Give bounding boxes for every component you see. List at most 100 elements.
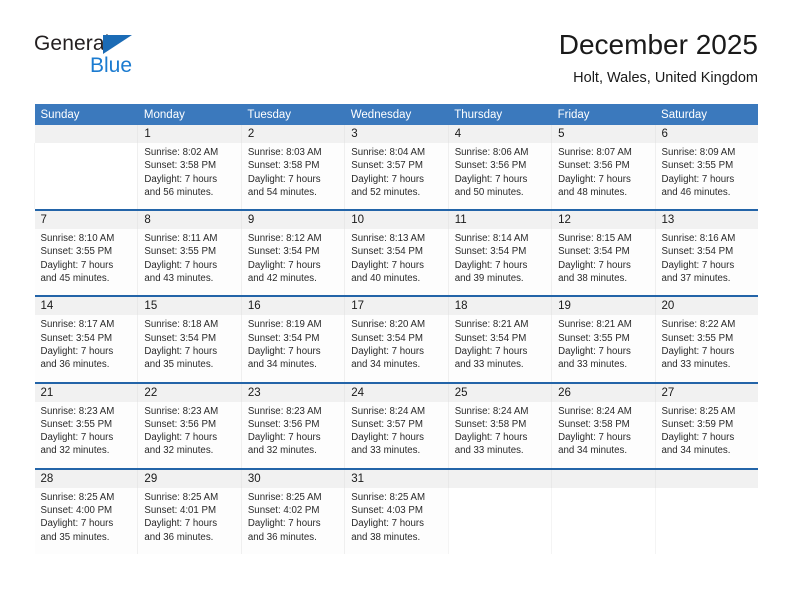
day-number-cell[interactable]: 7 (34, 211, 138, 230)
calendar-page: General Blue December 2025 Holt, Wales, … (0, 0, 792, 612)
day-number-cell[interactable] (551, 469, 656, 488)
day-number-cell[interactable]: 2 (240, 125, 345, 143)
day-info-cell: Sunrise: 8:04 AM Sunset: 3:57 PM Dayligh… (344, 143, 449, 210)
day-number-cell[interactable]: 26 (551, 383, 656, 402)
day-info-cell: Sunrise: 8:14 AM Sunset: 3:54 PM Dayligh… (447, 229, 552, 296)
daylight-text-line1: Daylight: 7 hours (558, 432, 631, 444)
sunset-text: Sunset: 3:58 PM (454, 418, 527, 430)
day-number-cell[interactable]: 31 (344, 469, 449, 488)
day-number-cell[interactable]: 30 (240, 469, 345, 488)
day-number-cell[interactable]: 19 (551, 297, 656, 316)
daylight-text-line2: and 52 minutes. (351, 186, 421, 198)
sunrise-text: Sunrise: 8:23 AM (247, 405, 322, 417)
day-number-cell[interactable]: 3 (344, 125, 449, 143)
day-number-cell[interactable]: 1 (137, 125, 242, 143)
daylight-text-line1: Daylight: 7 hours (144, 345, 218, 357)
day-number-cell[interactable]: 11 (447, 211, 552, 230)
sunset-text: Sunset: 3:59 PM (661, 418, 734, 430)
day-number-cell[interactable]: 17 (344, 297, 449, 316)
sunset-text: Sunset: 3:56 PM (454, 160, 527, 172)
weekday-header-friday: Friday (551, 104, 656, 125)
day-number-cell[interactable]: 21 (34, 383, 138, 402)
day-number-cell[interactable]: 25 (447, 383, 552, 402)
daylight-text-line1: Daylight: 7 hours (661, 432, 735, 444)
daylight-text-line1: Daylight: 7 hours (40, 259, 114, 271)
day-number-cell[interactable] (654, 469, 759, 488)
day-number-cell[interactable]: 24 (344, 383, 449, 402)
day-info-cell: Sunrise: 8:02 AM Sunset: 3:58 PM Dayligh… (137, 143, 242, 210)
sunrise-text: Sunrise: 8:21 AM (558, 319, 632, 331)
sunrise-text: Sunrise: 8:24 AM (558, 405, 632, 417)
daylight-text-line2: and 39 minutes. (454, 273, 524, 285)
day-number-cell[interactable]: 10 (344, 211, 449, 230)
day-number-cell[interactable]: 16 (240, 297, 345, 316)
day-info-cell: Sunrise: 8:25 AM Sunset: 4:01 PM Dayligh… (137, 487, 242, 554)
sunrise-text: Sunrise: 8:09 AM (661, 147, 736, 158)
sunrise-text: Sunrise: 8:13 AM (351, 233, 426, 245)
week-1-number-row: 1 2 3 4 5 6 (34, 125, 759, 143)
daylight-text-line2: and 35 minutes. (40, 531, 110, 543)
daylight-text-line2: and 38 minutes. (351, 531, 421, 543)
day-info-cell: Sunrise: 8:22 AM Sunset: 3:55 PM Dayligh… (654, 315, 759, 382)
day-number-cell[interactable]: 23 (240, 383, 345, 402)
day-number-cell[interactable] (447, 469, 552, 488)
day-info-cell: Sunrise: 8:21 AM Sunset: 3:55 PM Dayligh… (551, 315, 656, 382)
general-blue-logo[interactable]: General Blue (34, 32, 254, 90)
sunrise-text: Sunrise: 8:25 AM (661, 405, 736, 417)
sunrise-text: Sunrise: 8:25 AM (351, 491, 426, 503)
day-number-cell[interactable]: 4 (447, 125, 552, 143)
sunset-text: Sunset: 3:54 PM (247, 332, 320, 344)
day-number-cell[interactable]: 6 (654, 125, 759, 143)
daylight-text-line2: and 33 minutes. (661, 359, 731, 371)
daylight-text-line1: Daylight: 7 hours (144, 432, 218, 444)
day-number-cell[interactable]: 13 (654, 211, 759, 230)
day-number-cell[interactable]: 29 (137, 469, 242, 488)
day-number-cell[interactable]: 20 (654, 297, 759, 316)
day-number-cell[interactable]: 8 (137, 211, 242, 230)
daylight-text-line1: Daylight: 7 hours (40, 345, 114, 357)
week-4-number-row: 21 22 23 24 25 26 27 (34, 383, 759, 402)
weekday-header-tuesday: Tuesday (241, 104, 345, 125)
week-5-info-row: Sunrise: 8:25 AM Sunset: 4:00 PM Dayligh… (34, 487, 759, 554)
day-info-cell: Sunrise: 8:24 AM Sunset: 3:57 PM Dayligh… (344, 401, 449, 468)
daylight-text-line2: and 32 minutes. (40, 445, 110, 457)
day-number-cell[interactable]: 15 (137, 297, 242, 316)
day-info-cell: Sunrise: 8:10 AM Sunset: 3:55 PM Dayligh… (34, 229, 138, 296)
daylight-text-line1: Daylight: 7 hours (144, 518, 218, 530)
day-info-cell: Sunrise: 8:25 AM Sunset: 4:00 PM Dayligh… (34, 487, 138, 554)
daylight-text-line1: Daylight: 7 hours (558, 173, 631, 185)
day-number-cell[interactable]: 18 (447, 297, 552, 316)
day-number-cell[interactable]: 9 (240, 211, 345, 230)
daylight-text-line1: Daylight: 7 hours (247, 518, 321, 530)
day-number-cell[interactable]: 22 (137, 383, 242, 402)
triangle-icon (103, 35, 132, 54)
daylight-text-line2: and 34 minutes. (558, 445, 628, 457)
day-number-cell[interactable]: 28 (34, 469, 138, 488)
sunset-text: Sunset: 3:58 PM (558, 418, 630, 430)
daylight-text-line2: and 35 minutes. (144, 359, 214, 371)
day-number-cell[interactable] (34, 125, 138, 143)
day-number-cell[interactable]: 27 (654, 383, 759, 402)
weekday-header-saturday: Saturday (655, 104, 759, 125)
sunset-text: Sunset: 3:54 PM (144, 332, 217, 344)
day-info-cell: Sunrise: 8:06 AM Sunset: 3:56 PM Dayligh… (447, 143, 552, 210)
day-number-cell[interactable]: 12 (551, 211, 656, 230)
day-number-cell[interactable]: 5 (551, 125, 656, 143)
title-block: December 2025 Holt, Wales, United Kingdo… (559, 28, 758, 88)
page-header: General Blue December 2025 Holt, Wales, … (34, 28, 758, 98)
sunrise-text: Sunrise: 8:24 AM (351, 405, 426, 417)
logo-text-blue: Blue (90, 54, 133, 77)
weekday-header-thursday: Thursday (448, 104, 552, 125)
week-3-number-row: 14 15 16 17 18 19 20 (34, 297, 759, 316)
sunrise-text: Sunrise: 8:07 AM (558, 147, 632, 158)
day-info-cell: Sunrise: 8:23 AM Sunset: 3:56 PM Dayligh… (137, 401, 242, 468)
sunrise-text: Sunrise: 8:18 AM (144, 319, 219, 331)
daylight-text-line2: and 32 minutes. (144, 445, 214, 457)
day-info-cell: Sunrise: 8:19 AM Sunset: 3:54 PM Dayligh… (240, 315, 345, 382)
sunset-text: Sunset: 3:55 PM (661, 160, 734, 172)
day-number-cell[interactable]: 14 (34, 297, 138, 316)
sunrise-text: Sunrise: 8:24 AM (454, 405, 529, 417)
day-info-cell: Sunrise: 8:24 AM Sunset: 3:58 PM Dayligh… (447, 401, 552, 468)
week-2-info-row: Sunrise: 8:10 AM Sunset: 3:55 PM Dayligh… (34, 229, 759, 296)
calendar-body: 1 2 3 4 5 6 Sunrise: 8:02 AM Sunset: 3:5… (33, 125, 759, 554)
